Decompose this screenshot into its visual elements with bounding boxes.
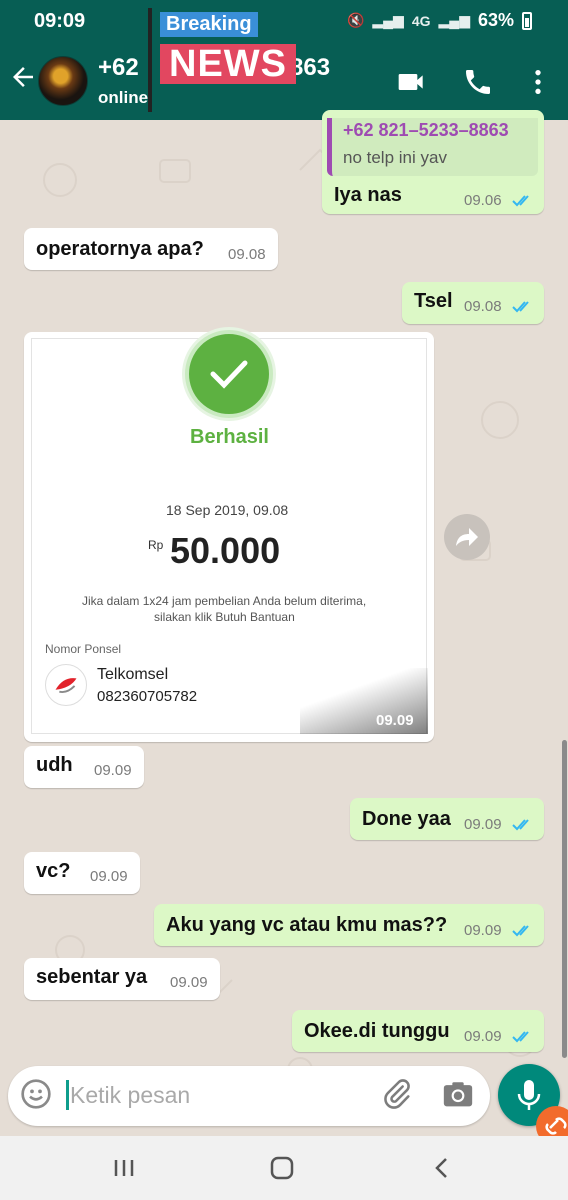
read-ticks-icon bbox=[512, 925, 529, 937]
contact-status: online bbox=[98, 88, 149, 107]
message-text: Aku yang vc atau kmu mas?? bbox=[166, 914, 448, 936]
message-time: 09.09 bbox=[94, 762, 132, 779]
message-text: udh bbox=[36, 754, 73, 776]
read-ticks-icon bbox=[512, 1031, 529, 1043]
battery-icon bbox=[522, 11, 532, 30]
battery-percent: 63% bbox=[477, 10, 514, 30]
receipt-phone: 082360705782 bbox=[97, 688, 198, 705]
contact-name-suffix[interactable]: 863 bbox=[290, 54, 330, 82]
message-time: 09.09 bbox=[464, 1028, 502, 1045]
receipt-currency: Rp bbox=[148, 538, 164, 552]
message-text: Tsel bbox=[414, 290, 453, 312]
text-caret bbox=[66, 1080, 69, 1110]
receipt-status: Berhasil bbox=[190, 426, 269, 448]
video-call-icon[interactable] bbox=[396, 66, 428, 98]
quoted-text: no telp ini yav bbox=[343, 148, 447, 167]
read-ticks-icon bbox=[512, 195, 529, 207]
receipt-note-2: silakan klik Butuh Bantuan bbox=[154, 610, 295, 624]
network-label: 4G bbox=[411, 12, 431, 29]
message-time: 09.09 bbox=[170, 974, 208, 991]
signal-icon: ▂▄▆ bbox=[372, 12, 404, 28]
news-label: NEWS bbox=[160, 44, 296, 84]
mute-icon: 🔇 bbox=[346, 12, 365, 28]
message-text: Done yaa bbox=[362, 808, 451, 830]
more-vert-icon[interactable] bbox=[522, 66, 554, 98]
read-ticks-icon bbox=[512, 819, 529, 831]
avatar[interactable] bbox=[38, 56, 88, 106]
contact-name[interactable]: +62 bbox=[98, 54, 139, 82]
message-placeholder[interactable]: Ketik pesan bbox=[70, 1082, 190, 1109]
message-text: Okee.di tunggu bbox=[304, 1020, 450, 1042]
emoji-icon[interactable] bbox=[20, 1078, 52, 1110]
status-time: 09:09 bbox=[34, 10, 86, 32]
back-icon[interactable] bbox=[428, 1154, 456, 1182]
telkomsel-logo-icon bbox=[45, 664, 87, 706]
message-time: 09.09 bbox=[464, 816, 502, 833]
phone-icon[interactable] bbox=[462, 66, 494, 98]
message-time: 09.09 bbox=[376, 712, 414, 729]
message-text: Iya nas bbox=[334, 184, 402, 206]
message-text: vc? bbox=[36, 860, 71, 882]
scrollbar[interactable] bbox=[562, 740, 567, 1058]
message-time: 09.09 bbox=[90, 868, 128, 885]
recents-icon[interactable] bbox=[110, 1154, 138, 1182]
success-check-icon bbox=[185, 330, 273, 418]
breaking-label: Breaking bbox=[160, 12, 258, 37]
message-time: 09.08 bbox=[464, 298, 502, 315]
attach-icon[interactable] bbox=[380, 1078, 414, 1112]
message-time: 09.09 bbox=[464, 922, 502, 939]
receipt-date: 18 Sep 2019, 09.08 bbox=[166, 502, 289, 518]
message-time: 09.06 bbox=[464, 192, 502, 209]
receipt-phone-label: Nomor Ponsel bbox=[45, 642, 122, 656]
receipt-operator: Telkomsel bbox=[97, 666, 169, 683]
message-time: 09.08 bbox=[228, 246, 266, 263]
receipt-amount: 50.000 bbox=[170, 530, 281, 571]
signal-icon-2: ▂▄▆ bbox=[438, 12, 470, 28]
forward-button[interactable] bbox=[444, 514, 490, 560]
overlay-bar bbox=[148, 8, 152, 112]
home-icon[interactable] bbox=[268, 1154, 296, 1182]
quoted-sender: +62 821–5233–8863 bbox=[343, 120, 509, 140]
status-indicators: 🔇 ▂▄▆ 4G ▂▄▆ 63% bbox=[347, 10, 532, 31]
message-text: sebentar ya bbox=[36, 966, 148, 988]
message-text: operatornya apa? bbox=[36, 238, 204, 260]
receipt-note: Jika dalam 1x24 jam pembelian Anda belum… bbox=[82, 594, 367, 608]
forward-icon bbox=[456, 528, 478, 546]
status-bar: 09:09 🔇 ▂▄▆ 4G ▂▄▆ 63% bbox=[0, 0, 568, 42]
back-arrow-icon[interactable] bbox=[8, 62, 38, 92]
camera-icon[interactable] bbox=[440, 1078, 476, 1112]
read-ticks-icon bbox=[512, 301, 529, 313]
